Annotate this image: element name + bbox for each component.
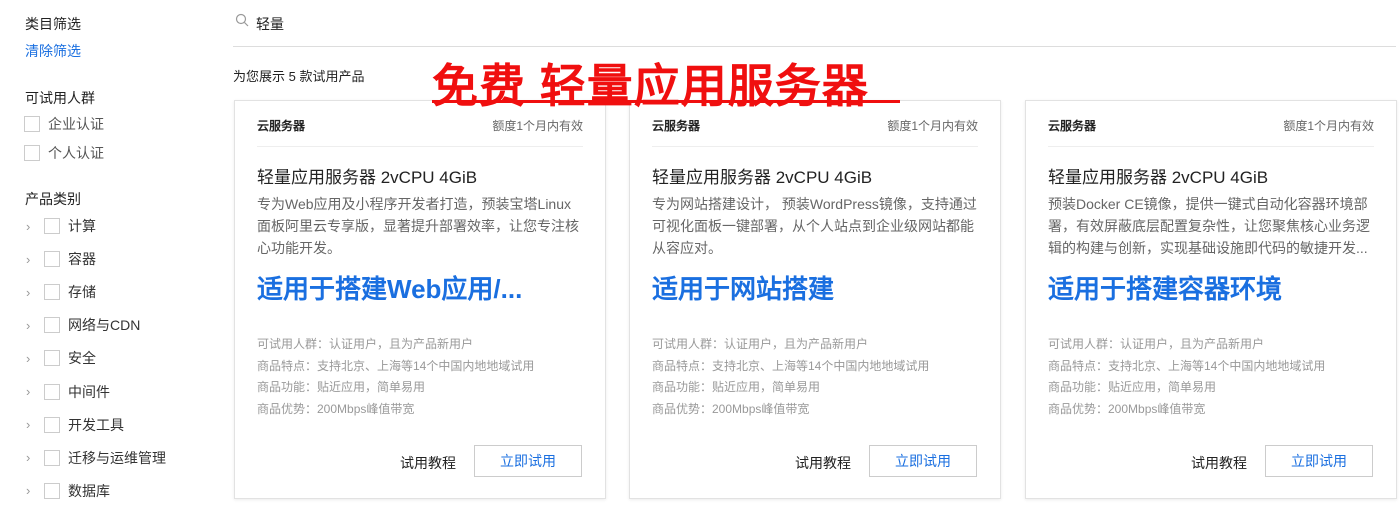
chevron-right-icon[interactable]: ›	[26, 450, 40, 465]
label: 企业认证	[48, 116, 104, 132]
card-category: 云服务器	[652, 119, 701, 133]
search-underline	[233, 46, 1396, 47]
category-item[interactable]: › 存储	[26, 282, 96, 302]
category-label: 开发工具	[68, 416, 124, 433]
audience-enterprise[interactable]: 企业认证	[24, 114, 104, 134]
chevron-right-icon[interactable]: ›	[26, 417, 40, 432]
card-title: 轻量应用服务器 2vCPU 4GiB	[1048, 168, 1269, 187]
divider	[652, 146, 978, 147]
card-highlight: 适用于搭建Web应用/...	[257, 274, 523, 304]
card-highlight: 适用于搭建容器环境	[1048, 274, 1283, 304]
checkbox[interactable]	[44, 251, 60, 268]
search-icon	[235, 13, 249, 27]
category-item[interactable]: › 迁移与运维管理	[26, 448, 166, 468]
category-label: 容器	[68, 251, 96, 268]
card-description: 专为Web应用及小程序开发者打造，预装宝塔Linux面板阿里云专享版，显著提升部…	[257, 196, 579, 256]
category-label: 安全	[68, 350, 96, 367]
card-description: 专为网站搭建设计， 预装WordPress镜像，支持通过可视化面板一键部署，从个…	[652, 196, 977, 256]
feature-line: 商品功能：贴近应用，简单易用	[1048, 380, 1217, 394]
card-features: 可试用人群：认证用户，且为产品新用户商品特点：支持北京、上海等14个中国内地地域…	[652, 334, 929, 420]
checkbox[interactable]	[44, 383, 60, 400]
product-card: 云服务器 额度1个月内有效 轻量应用服务器 2vCPU 4GiB 专为Web应用…	[234, 100, 606, 499]
chevron-right-icon[interactable]: ›	[26, 219, 40, 234]
feature-line: 商品特点：支持北京、上海等14个中国内地地域试用	[1048, 358, 1326, 373]
try-now-button[interactable]: 立即试用	[1265, 445, 1373, 477]
card-validity: 额度1个月内有效	[887, 119, 978, 133]
card-description: 预装Docker CE镜像，提供一键式自动化容器环境部署，有效屏蔽底层配置复杂性…	[1048, 196, 1370, 256]
try-now-button[interactable]: 立即试用	[869, 445, 977, 477]
feature-line: 可试用人群：认证用户，且为产品新用户	[652, 337, 869, 351]
checkbox[interactable]	[44, 284, 60, 301]
chevron-right-icon[interactable]: ›	[26, 252, 40, 267]
category-item[interactable]: › 网络与CDN	[26, 315, 140, 335]
category-label: 计算	[68, 218, 96, 234]
label: 个人认证	[48, 145, 104, 161]
category-item[interactable]: › 计算	[26, 216, 96, 236]
checkbox[interactable]	[24, 116, 40, 132]
feature-line: 商品优势：200Mbps峰值带宽	[1048, 401, 1206, 416]
chevron-right-icon[interactable]: ›	[26, 483, 40, 498]
product-card: 云服务器 额度1个月内有效 轻量应用服务器 2vCPU 4GiB 专为网站搭建设…	[629, 100, 1001, 499]
category-label: 网络与CDN	[68, 317, 141, 334]
feature-line: 可试用人群：认证用户，且为产品新用户	[257, 337, 474, 351]
filter-title: 类目筛选	[25, 16, 81, 32]
clear-filter-link[interactable]: 清除筛选	[25, 41, 81, 61]
divider	[1048, 146, 1374, 147]
feature-line: 商品特点：支持北京、上海等14个中国内地地域试用	[652, 358, 930, 373]
promo-banner-text: 免费 轻量应用服务器	[432, 60, 869, 112]
category-item[interactable]: › 开发工具	[26, 415, 124, 435]
audience-personal[interactable]: 个人认证	[24, 143, 104, 163]
audience-title: 可试用人群	[25, 90, 95, 106]
feature-line: 商品功能：贴近应用，简单易用	[257, 380, 426, 394]
card-features: 可试用人群：认证用户，且为产品新用户商品特点：支持北京、上海等14个中国内地地域…	[1048, 334, 1325, 420]
feature-line: 商品优势：200Mbps峰值带宽	[652, 401, 810, 416]
card-validity: 额度1个月内有效	[1283, 119, 1374, 133]
category-item[interactable]: › 安全	[26, 348, 96, 368]
checkbox[interactable]	[44, 218, 60, 234]
category-item[interactable]: › 中间件	[26, 382, 110, 402]
card-category: 云服务器	[1048, 119, 1097, 133]
checkbox[interactable]	[44, 449, 60, 466]
card-title: 轻量应用服务器 2vCPU 4GiB	[652, 168, 873, 187]
chevron-right-icon[interactable]: ›	[26, 384, 40, 399]
feature-line: 商品特点：支持北京、上海等14个中国内地地域试用	[257, 358, 535, 373]
category-label: 存储	[68, 284, 96, 301]
promo-underline	[432, 100, 900, 103]
category-label: 迁移与运维管理	[68, 449, 166, 466]
checkbox[interactable]	[44, 317, 60, 334]
result-count: 为您展示 5 款试用产品	[233, 69, 365, 84]
category-label: 数据库	[68, 482, 110, 499]
divider	[257, 146, 583, 147]
tutorial-link[interactable]: 试用教程	[1191, 453, 1247, 473]
try-now-button[interactable]: 立即试用	[474, 445, 582, 477]
card-category: 云服务器	[257, 119, 306, 133]
checkbox[interactable]	[24, 145, 40, 161]
category-title: 产品类别	[25, 191, 81, 207]
feature-line: 可试用人群：认证用户，且为产品新用户	[1048, 337, 1265, 351]
chevron-right-icon[interactable]: ›	[26, 318, 40, 333]
checkbox[interactable]	[44, 416, 60, 433]
chevron-right-icon[interactable]: ›	[26, 285, 40, 300]
card-validity: 额度1个月内有效	[492, 119, 583, 133]
checkbox[interactable]	[44, 350, 60, 367]
product-card: 云服务器 额度1个月内有效 轻量应用服务器 2vCPU 4GiB 预装Docke…	[1025, 100, 1397, 499]
category-label: 中间件	[68, 383, 110, 400]
card-highlight: 适用于网站搭建	[652, 274, 835, 304]
search-input[interactable]: 轻量	[256, 14, 284, 34]
checkbox[interactable]	[44, 482, 60, 499]
category-item[interactable]: › 容器	[26, 249, 96, 269]
chevron-right-icon[interactable]: ›	[26, 351, 40, 366]
card-title: 轻量应用服务器 2vCPU 4GiB	[257, 168, 478, 187]
feature-line: 商品功能：贴近应用，简单易用	[652, 380, 821, 394]
tutorial-link[interactable]: 试用教程	[795, 453, 851, 473]
category-item[interactable]: › 数据库	[26, 481, 110, 501]
card-features: 可试用人群：认证用户，且为产品新用户商品特点：支持北京、上海等14个中国内地地域…	[257, 334, 534, 420]
tutorial-link[interactable]: 试用教程	[400, 453, 456, 473]
feature-line: 商品优势：200Mbps峰值带宽	[257, 401, 415, 416]
